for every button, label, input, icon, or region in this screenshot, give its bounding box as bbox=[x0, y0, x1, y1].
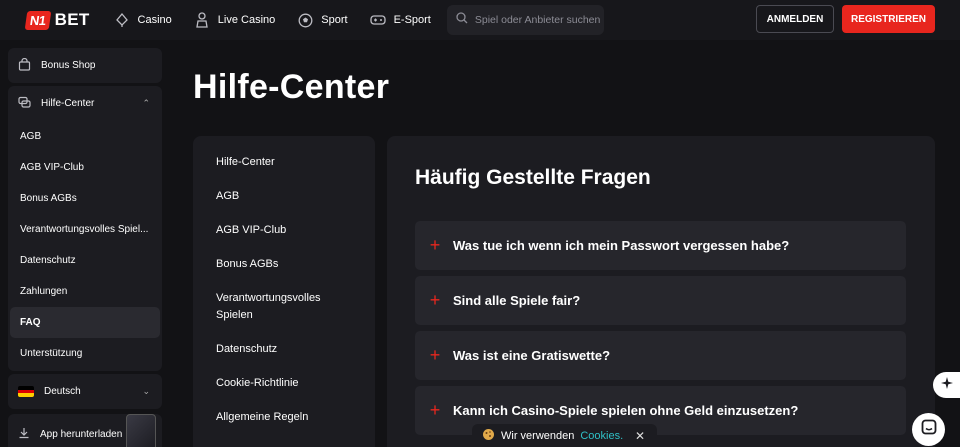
casino-icon bbox=[114, 12, 130, 28]
close-icon[interactable]: ✕ bbox=[635, 429, 645, 443]
app-download-label: App herunterladen bbox=[40, 428, 123, 440]
help-center-nav: Hilfe-Center AGB AGB VIP-Club Bonus AGBs… bbox=[193, 136, 375, 447]
help-nav-link[interactable]: Bonus AGBs bbox=[193, 256, 375, 273]
logo-text: BET bbox=[54, 10, 90, 29]
sidebar-subitem-agb-vip-club[interactable]: AGB VIP-Club bbox=[8, 152, 162, 183]
help-nav-link[interactable]: Hilfe-Center bbox=[193, 154, 375, 171]
chevron-up-icon: ⌃ bbox=[142, 98, 150, 108]
help-nav-link[interactable]: Allgemeine Regeln bbox=[193, 409, 375, 426]
sparkle-icon bbox=[940, 376, 954, 395]
cookie-banner: Wir verwenden Cookies. ✕ bbox=[472, 424, 657, 447]
help-center-group: Hilfe-Center ⌃ AGB AGB VIP-Club Bonus AG… bbox=[8, 86, 162, 371]
help-nav-link[interactable]: Datenschutz bbox=[193, 341, 375, 358]
faq-item[interactable]: + Sind alle Spiele fair? bbox=[415, 276, 906, 325]
search-icon bbox=[456, 11, 468, 29]
sidebar-subitem-responsible-gaming[interactable]: Verantwortungsvolles Spiel... bbox=[8, 214, 162, 245]
sidebar-subitem-support[interactable]: Unterstützung bbox=[8, 338, 162, 369]
faq-item[interactable]: + Was tue ich wenn ich mein Passwort ver… bbox=[415, 221, 906, 270]
plus-icon: + bbox=[429, 235, 441, 255]
login-button[interactable]: ANMELDEN bbox=[756, 5, 834, 33]
chat-icon bbox=[921, 419, 937, 440]
help-nav-link[interactable]: AGB VIP-Club bbox=[193, 222, 375, 239]
chevron-down-icon: ⌄ bbox=[142, 386, 150, 396]
live-casino-icon bbox=[194, 12, 210, 28]
help-nav-link[interactable]: Cookie-Richtlinie bbox=[193, 375, 375, 392]
gamepad-icon bbox=[369, 12, 386, 28]
sidebar-subitem-privacy[interactable]: Datenschutz bbox=[8, 245, 162, 276]
cookie-text: Wir verwenden bbox=[501, 430, 575, 442]
cookie-policy-link[interactable]: Cookies. bbox=[580, 430, 623, 442]
faq-panel: Häufig Gestellte Fragen + Was tue ich we… bbox=[387, 136, 935, 447]
sport-icon bbox=[297, 12, 313, 28]
page-title: Hilfe-Center bbox=[193, 68, 390, 106]
faq-question: Was ist eine Gratiswette? bbox=[453, 348, 611, 363]
main-nav: Casino Live Casino Sport E-Sport bbox=[114, 12, 431, 28]
sidebar-subitem-faq[interactable]: FAQ bbox=[10, 307, 160, 338]
faq-title: Häufig Gestellte Fragen bbox=[415, 166, 651, 189]
nav-item-live-casino[interactable]: Live Casino bbox=[194, 12, 275, 28]
sidebar-item-label: Hilfe-Center bbox=[41, 98, 95, 109]
left-sidebar: Bonus Shop Hilfe-Center ⌃ AGB AGB VIP-Cl… bbox=[0, 40, 170, 447]
sidebar-subitem-bonus-agbs[interactable]: Bonus AGBs bbox=[8, 183, 162, 214]
nav-label: Live Casino bbox=[217, 14, 276, 26]
help-nav-link[interactable]: Verantwortungsvolles Spielen bbox=[193, 290, 333, 324]
nav-label: Sport bbox=[321, 14, 348, 26]
download-icon bbox=[18, 427, 30, 442]
app-download-button[interactable]: App herunterladen bbox=[8, 414, 162, 447]
faq-question: Was tue ich wenn ich mein Passwort verge… bbox=[453, 238, 790, 253]
nav-label: Casino bbox=[137, 14, 172, 26]
faq-item[interactable]: + Was ist eine Gratiswette? bbox=[415, 331, 906, 380]
shopping-bag-icon bbox=[18, 57, 31, 74]
nav-label: E-Sport bbox=[393, 14, 431, 26]
faq-question: Sind alle Spiele fair? bbox=[453, 293, 581, 308]
top-navigation-bar: N1 BET Casino Live Casino Sport E-Sport bbox=[0, 0, 960, 40]
language-label: Deutsch bbox=[44, 386, 81, 397]
german-flag-icon bbox=[18, 386, 34, 397]
phone-image bbox=[126, 414, 156, 447]
sparkle-assistant-button[interactable] bbox=[933, 372, 960, 398]
register-button[interactable]: REGISTRIEREN bbox=[842, 5, 935, 33]
nav-item-casino[interactable]: Casino bbox=[114, 12, 172, 28]
plus-icon: + bbox=[429, 290, 441, 310]
search-box[interactable] bbox=[446, 5, 604, 35]
brand-logo[interactable]: N1 BET bbox=[24, 10, 90, 30]
sidebar-subitem-payments[interactable]: Zahlungen bbox=[8, 276, 162, 307]
live-chat-button[interactable] bbox=[912, 413, 945, 446]
sidebar-item-bonus-shop[interactable]: Bonus Shop bbox=[8, 48, 162, 83]
help-nav-link[interactable]: AGB bbox=[193, 188, 375, 205]
nav-item-sport[interactable]: Sport bbox=[297, 12, 348, 28]
logo-mark: N1 bbox=[24, 10, 51, 30]
search-input[interactable] bbox=[474, 14, 600, 26]
help-chat-icon bbox=[18, 96, 31, 112]
sidebar-item-label: Bonus Shop bbox=[41, 60, 96, 71]
plus-icon: + bbox=[429, 400, 441, 420]
sidebar-subitem-agb[interactable]: AGB bbox=[8, 121, 162, 152]
language-selector[interactable]: Deutsch ⌄ bbox=[8, 374, 162, 409]
plus-icon: + bbox=[429, 345, 441, 365]
faq-question: Kann ich Casino-Spiele spielen ohne Geld… bbox=[453, 403, 799, 418]
cookie-icon bbox=[482, 428, 495, 444]
sidebar-item-help-center[interactable]: Hilfe-Center ⌃ bbox=[8, 86, 162, 121]
nav-item-esport[interactable]: E-Sport bbox=[369, 12, 431, 28]
